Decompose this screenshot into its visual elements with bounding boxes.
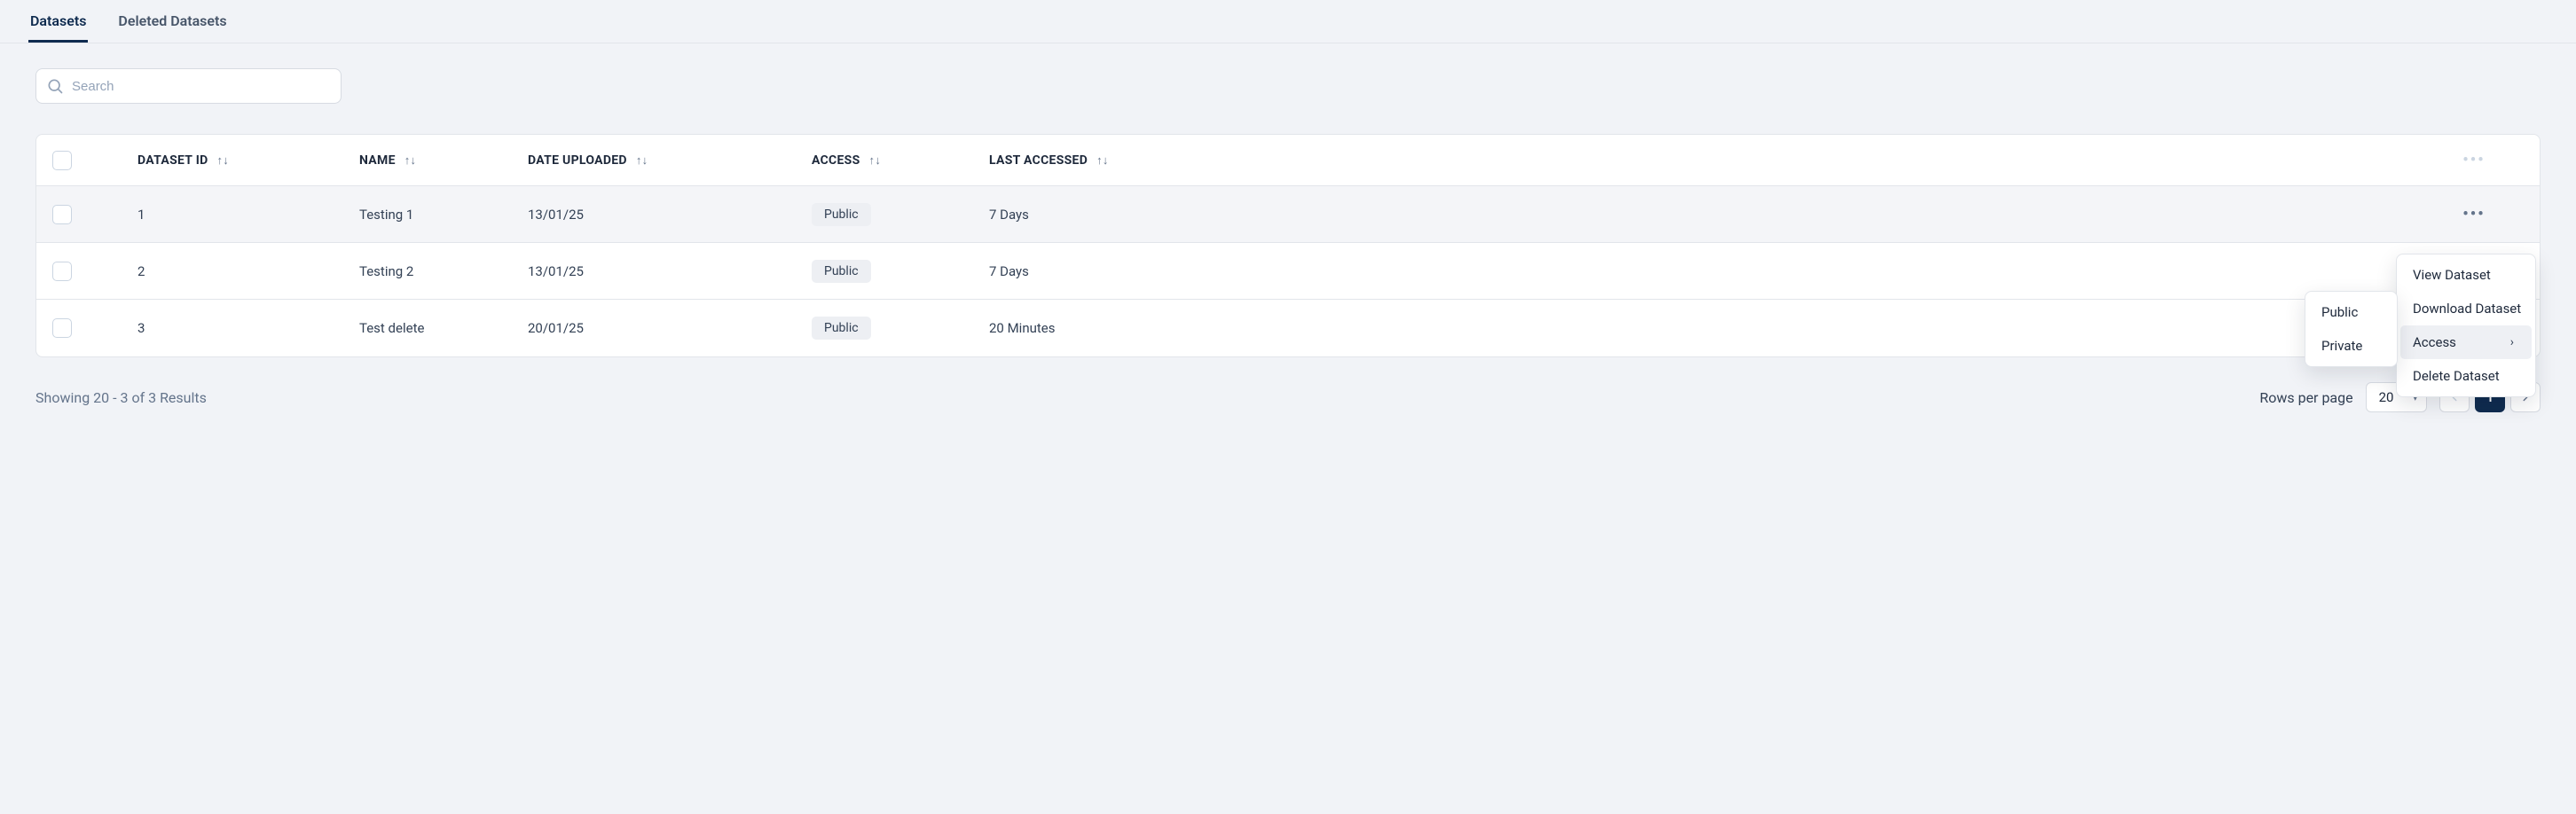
cell-date: 13/01/25 bbox=[528, 263, 812, 279]
col-date-uploaded[interactable]: DATE UPLOADED ↑↓ bbox=[528, 153, 812, 168]
cell-last-accessed: 7 Days bbox=[989, 207, 2421, 223]
table-row: 1 Testing 1 13/01/25 Public 7 Days ••• V… bbox=[36, 186, 2540, 243]
row-more-button[interactable]: ••• bbox=[2421, 205, 2527, 223]
row-checkbox[interactable] bbox=[52, 318, 72, 338]
access-submenu: Public Private bbox=[2305, 291, 2398, 367]
col-label: DATASET ID bbox=[137, 153, 208, 168]
tabs-bar: Datasets Deleted Datasets bbox=[0, 0, 2576, 43]
col-label: NAME bbox=[359, 153, 396, 168]
rows-per-page-value: 20 bbox=[2379, 389, 2394, 405]
cell-dataset-id: 2 bbox=[137, 263, 359, 279]
cell-name: Testing 1 bbox=[359, 207, 528, 223]
select-all-checkbox[interactable] bbox=[52, 151, 72, 170]
menu-access[interactable]: Access › bbox=[2400, 325, 2532, 359]
pagination-summary: Showing 20 - 3 of 3 Results bbox=[35, 389, 207, 406]
tab-deleted-datasets[interactable]: Deleted Datasets bbox=[116, 0, 228, 43]
rows-per-page-label: Rows per page bbox=[2259, 389, 2352, 406]
row-checkbox[interactable] bbox=[52, 262, 72, 281]
access-badge: Public bbox=[812, 260, 871, 283]
cell-name: Testing 2 bbox=[359, 263, 528, 279]
col-label: DATE UPLOADED bbox=[528, 153, 627, 168]
cell-dataset-id: 1 bbox=[137, 207, 359, 223]
menu-download-dataset[interactable]: Download Dataset bbox=[2400, 292, 2532, 325]
col-name[interactable]: NAME ↑↓ bbox=[359, 153, 528, 168]
table-row: 2 Testing 2 13/01/25 Public 7 Days bbox=[36, 243, 2540, 300]
datasets-table: DATASET ID ↑↓ NAME ↑↓ DATE UPLOADED ↑↓ A… bbox=[35, 134, 2541, 357]
cell-date: 20/01/25 bbox=[528, 320, 812, 336]
search-icon bbox=[46, 77, 64, 95]
sort-icon: ↑↓ bbox=[404, 153, 417, 168]
sort-icon: ↑↓ bbox=[1096, 153, 1109, 168]
cell-last-accessed: 7 Days bbox=[989, 263, 2421, 279]
submenu-public[interactable]: Public bbox=[2309, 295, 2393, 329]
cell-name: Test delete bbox=[359, 320, 528, 336]
tab-datasets[interactable]: Datasets bbox=[28, 0, 88, 43]
cell-date: 13/01/25 bbox=[528, 207, 812, 223]
col-label: ACCESS bbox=[812, 153, 860, 168]
pagination-bar: Showing 20 - 3 of 3 Results Rows per pag… bbox=[35, 382, 2541, 412]
sort-icon: ↑↓ bbox=[636, 153, 648, 168]
submenu-private[interactable]: Private bbox=[2309, 329, 2393, 363]
menu-delete-dataset[interactable]: Delete Dataset bbox=[2400, 359, 2532, 393]
col-access[interactable]: ACCESS ↑↓ bbox=[812, 153, 989, 168]
row-checkbox[interactable] bbox=[52, 205, 72, 224]
menu-access-label: Access bbox=[2413, 334, 2456, 350]
table-row: 3 Test delete 20/01/25 Public 20 Minutes bbox=[36, 300, 2540, 356]
sort-icon: ↑↓ bbox=[217, 153, 230, 168]
access-badge: Public bbox=[812, 203, 871, 226]
col-last-accessed[interactable]: LAST ACCESSED ↑↓ bbox=[989, 153, 2421, 168]
col-label: LAST ACCESSED bbox=[989, 153, 1088, 168]
search-wrap bbox=[35, 68, 342, 104]
search-input[interactable] bbox=[35, 68, 342, 104]
more-header-icon: ••• bbox=[2421, 151, 2527, 169]
cell-dataset-id: 3 bbox=[137, 320, 359, 336]
row-context-menu: View Dataset Download Dataset Access › D… bbox=[2396, 254, 2536, 397]
menu-view-dataset[interactable]: View Dataset bbox=[2400, 258, 2532, 292]
col-dataset-id[interactable]: DATASET ID ↑↓ bbox=[137, 153, 359, 168]
sort-icon: ↑↓ bbox=[869, 153, 882, 168]
cell-last-accessed: 20 Minutes bbox=[989, 320, 2421, 336]
table-header: DATASET ID ↑↓ NAME ↑↓ DATE UPLOADED ↑↓ A… bbox=[36, 135, 2540, 186]
access-badge: Public bbox=[812, 317, 871, 340]
chevron-right-icon: › bbox=[2510, 335, 2514, 349]
